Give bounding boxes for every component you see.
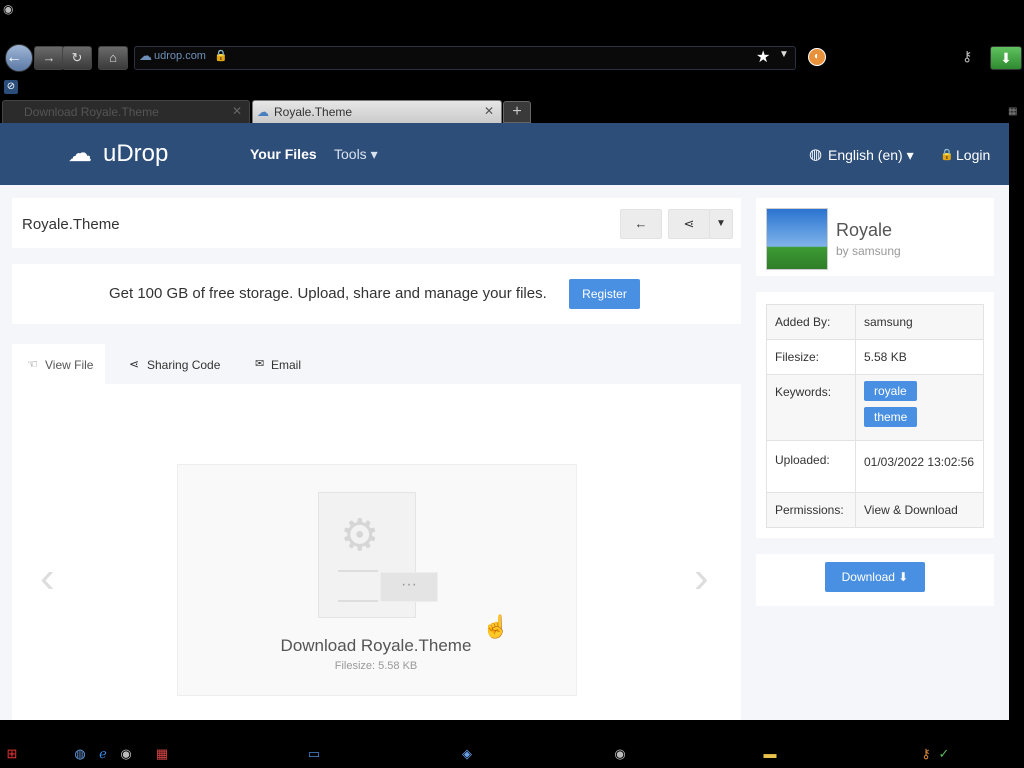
nav-tools[interactable]: Tools ▾ bbox=[334, 146, 378, 163]
app-icon: ◉ bbox=[3, 2, 14, 16]
key-icon[interactable]: ⚷ bbox=[962, 48, 972, 65]
lock-icon: 🔒 bbox=[940, 149, 954, 161]
back-arrow-button[interactable]: ← bbox=[620, 209, 662, 239]
keywords-value: royale theme bbox=[855, 374, 984, 441]
window-title-bar bbox=[0, 0, 1024, 40]
keyword-badge[interactable]: theme bbox=[864, 407, 918, 427]
tab-label[interactable]: Royale.Theme bbox=[274, 105, 352, 119]
window-taskbar-icon[interactable]: ▭ bbox=[306, 746, 322, 762]
download-button[interactable]: Download ⬇ bbox=[825, 562, 925, 592]
home-button[interactable]: ⌂ bbox=[98, 46, 128, 70]
taskbar-app-icon[interactable]: ◍ bbox=[72, 746, 88, 762]
keywords-label: Keywords: bbox=[766, 374, 856, 441]
table-row: Uploaded: 01/03/2022 13:02:56 bbox=[766, 440, 984, 493]
taskbar-app-icon[interactable]: ◈ bbox=[459, 746, 475, 762]
globe-icon: ◍ bbox=[809, 146, 823, 163]
filesize-value: 5.58 KB bbox=[855, 339, 984, 375]
bookmark-star-icon[interactable]: ★ bbox=[756, 47, 770, 67]
filesize-label: Filesize: bbox=[766, 339, 856, 375]
promo-text: Get 100 GB of free storage. Upload, shar… bbox=[109, 285, 547, 302]
taskbar-app-icon[interactable]: ◉ bbox=[612, 746, 628, 762]
added-by-value: samsung bbox=[855, 304, 984, 340]
ellipsis-icon: ··· bbox=[380, 572, 438, 602]
preview-filesize: Filesize: 5.58 KB bbox=[334, 660, 418, 672]
uploaded-label: Uploaded: bbox=[766, 440, 856, 493]
register-button[interactable]: Register bbox=[569, 279, 640, 309]
downloads-icon[interactable]: ⬇ bbox=[990, 46, 1022, 70]
address-bar[interactable] bbox=[134, 46, 796, 70]
table-row: Added By: samsung bbox=[766, 304, 984, 340]
hand-icon: ☜ bbox=[27, 357, 38, 371]
tab-close-icon[interactable]: ✕ bbox=[232, 104, 242, 118]
share-button[interactable]: ⋖ bbox=[668, 209, 710, 239]
lock-icon: 🔒 bbox=[214, 50, 228, 62]
start-button-icon[interactable]: ⊞ bbox=[4, 746, 20, 762]
extension-icon[interactable]: ◐ bbox=[808, 48, 826, 66]
url-text[interactable]: udrop.com bbox=[154, 50, 206, 62]
permissions-label: Permissions: bbox=[766, 492, 856, 528]
tab-view-file-label[interactable]: View File bbox=[45, 358, 93, 372]
url-dropdown-icon[interactable]: ▼ bbox=[779, 49, 789, 60]
site-logo[interactable]: uDrop bbox=[103, 140, 168, 168]
file-author: by samsung bbox=[836, 244, 901, 258]
bookmark-bar-icon[interactable]: ⊘ bbox=[4, 80, 18, 94]
reload-button[interactable]: ↻ bbox=[62, 46, 92, 70]
keyword-badge[interactable]: royale bbox=[864, 381, 917, 401]
next-arrow-icon[interactable]: › bbox=[694, 553, 709, 603]
forward-button[interactable]: → bbox=[34, 46, 64, 70]
table-row: Filesize: 5.58 KB bbox=[766, 339, 984, 375]
tab-label[interactable]: Download Royale.Theme bbox=[24, 105, 224, 119]
tray-icon[interactable]: ⚷ bbox=[918, 746, 934, 762]
folder-icon[interactable]: ▬ bbox=[762, 746, 778, 762]
file-thumbnail bbox=[766, 208, 828, 270]
share-icon: ⋖ bbox=[129, 357, 140, 371]
browser-taskbar-icon[interactable]: ℯ bbox=[95, 746, 111, 762]
tab-list-icon[interactable]: ▦ bbox=[1008, 106, 1017, 117]
text-lines-icon bbox=[338, 570, 378, 602]
hand-cursor-icon: ☝ bbox=[482, 614, 510, 639]
login-link[interactable]: Login bbox=[956, 147, 990, 163]
share-dropdown-button[interactable]: ▼ bbox=[709, 209, 733, 239]
uploaded-value: 01/03/2022 13:02:56 bbox=[855, 440, 984, 493]
tray-icon[interactable]: ✓ bbox=[936, 746, 952, 762]
taskbar-app-icon[interactable]: ▦ bbox=[154, 746, 170, 762]
permissions-value: View & Download bbox=[855, 492, 984, 528]
tab-close-icon[interactable]: ✕ bbox=[484, 104, 494, 118]
back-button[interactable]: ← bbox=[5, 44, 33, 72]
file-name: Royale bbox=[836, 220, 893, 240]
cloud-upload-icon[interactable]: ☁ bbox=[68, 139, 92, 168]
added-by-label: Added By: bbox=[766, 304, 856, 340]
envelope-icon: ✉ bbox=[255, 358, 265, 370]
language-selector[interactable]: English (en) ▾ bbox=[828, 147, 914, 164]
tab-sharing-code[interactable]: Sharing Code bbox=[147, 358, 220, 372]
table-row: Keywords: royale theme bbox=[766, 374, 984, 441]
download-caption[interactable]: Download Royale.Theme bbox=[176, 636, 576, 656]
nav-your-files[interactable]: Your Files bbox=[250, 146, 317, 162]
taskbar-app-icon[interactable]: ◉ bbox=[118, 746, 134, 762]
tab-email[interactable]: Email bbox=[271, 358, 301, 372]
previous-arrow-icon[interactable]: ‹ bbox=[40, 553, 55, 603]
table-row: Permissions: View & Download bbox=[766, 492, 984, 528]
file-details-table: Added By: samsung Filesize: 5.58 KB Keyw… bbox=[766, 304, 984, 528]
cloud-icon: ☁ bbox=[257, 105, 269, 119]
page-title: Royale.Theme bbox=[22, 216, 120, 233]
gear-icon: ⚙ bbox=[340, 511, 380, 560]
site-cloud-icon: ☁ bbox=[139, 48, 152, 63]
new-tab-button[interactable]: + bbox=[503, 101, 531, 123]
